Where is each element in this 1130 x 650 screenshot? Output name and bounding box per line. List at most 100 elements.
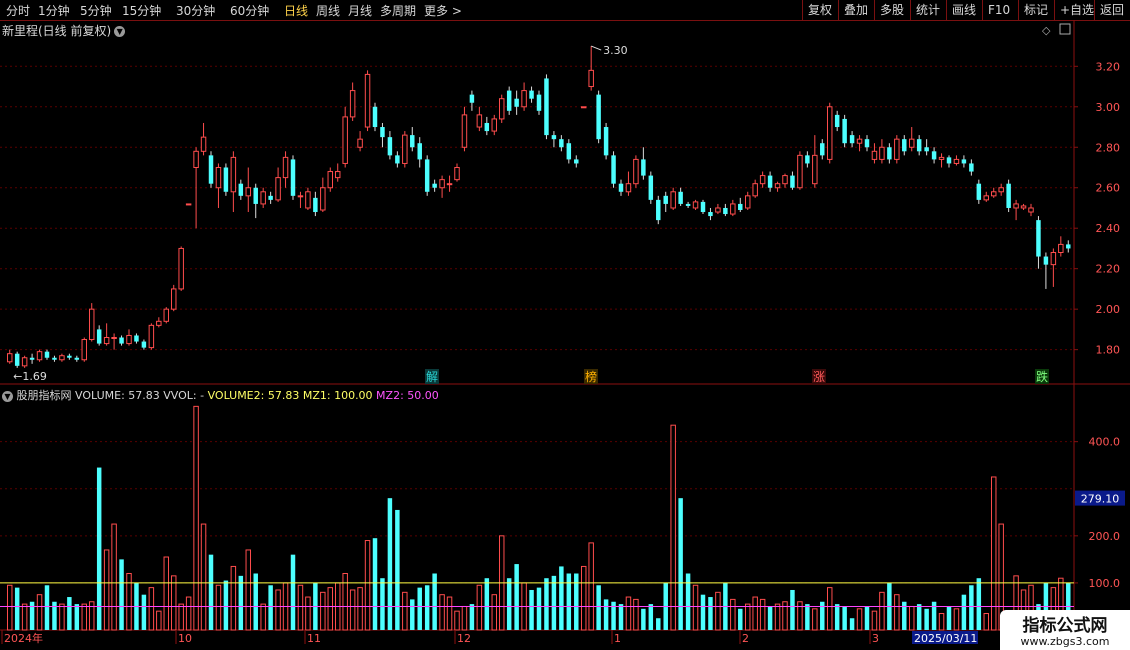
candle-body (111, 337, 117, 339)
volume-bar (596, 585, 601, 630)
volume-bar (185, 596, 192, 631)
candle-body (887, 147, 892, 160)
volume-bar (826, 587, 833, 631)
x-axis-label: 2024年 (4, 631, 43, 645)
volume-bar (223, 580, 229, 630)
volume-bar (625, 596, 632, 631)
volume-bar (894, 594, 900, 631)
candle-body (633, 158, 639, 185)
volume-bar (618, 604, 624, 630)
candle-body (931, 151, 937, 160)
candle-body (580, 106, 587, 109)
watermark: 指标公式网 www.zbgs3.com (1000, 610, 1130, 650)
candle-body (327, 171, 334, 189)
candle-body (663, 195, 668, 204)
volume-bar (305, 596, 311, 631)
watermark-url: www.zbgs3.com (1020, 635, 1110, 648)
kline-chart[interactable]: 3.20 3.00 2.80 2.60 2.40 2.20 2.00 1.80 ◇ 400.0 20… (0, 0, 1130, 650)
volume-bar (193, 405, 199, 631)
candle-body (402, 134, 408, 164)
date-highlight-label: 2025/03/11 (914, 632, 977, 645)
volume-bar (163, 556, 170, 631)
candle-body (908, 138, 915, 148)
candle-body (476, 114, 483, 128)
candle-body (59, 355, 65, 361)
price-tick-label: 2.80 (1096, 141, 1121, 154)
volume-bar (670, 424, 676, 631)
x-axis-label: 1 (614, 632, 621, 645)
volume-bar (484, 578, 490, 630)
volume-bar (74, 604, 80, 630)
volume-bar (469, 604, 475, 630)
volume-bar (656, 618, 661, 630)
candle-body (484, 122, 490, 132)
candle-body (395, 155, 400, 164)
candle-body (953, 158, 960, 164)
volume-bar (380, 578, 385, 630)
volume-tick-label: 100.0 (1089, 577, 1121, 590)
candle-body (625, 183, 632, 193)
volume-bar (268, 585, 273, 630)
candle-body (894, 138, 900, 160)
candle-body (782, 175, 788, 185)
candle-body (596, 94, 601, 140)
volume-bar (238, 575, 244, 630)
volume-bar (141, 594, 147, 630)
high-label: 3.30 (603, 44, 628, 57)
candle-body (1036, 220, 1041, 257)
candle-body (208, 155, 214, 184)
volume-tick-label: 400.0 (1089, 436, 1121, 449)
volume-bar (603, 599, 609, 630)
candle-body (14, 353, 20, 366)
candle-body (946, 157, 952, 164)
volume-bar (805, 604, 810, 630)
candle-body (767, 175, 773, 188)
price-tick-label: 1.80 (1096, 344, 1121, 357)
volume-bar (871, 610, 878, 631)
candle-body (574, 159, 579, 164)
candle-body (178, 247, 184, 290)
volume-bar (491, 594, 498, 631)
candle-body (641, 159, 646, 176)
candle-body (424, 159, 430, 192)
candle-body (410, 135, 415, 148)
volume-bar (290, 554, 296, 630)
candle-body (96, 329, 102, 344)
candle-body (305, 191, 311, 209)
candle-body (566, 143, 572, 160)
candle-body (334, 171, 341, 179)
volume-bar (633, 598, 639, 631)
candle-body (551, 135, 557, 140)
candle-body (1066, 244, 1071, 249)
candle-body (491, 118, 498, 132)
price-tick-label: 2.20 (1096, 263, 1121, 276)
candle-body (871, 150, 878, 160)
candle-body (1043, 256, 1049, 265)
volume-bar (514, 564, 519, 630)
candle-body (67, 355, 72, 358)
candle-body (529, 90, 534, 99)
candle-body (6, 353, 13, 363)
candle-body (938, 156, 945, 160)
candle-body (1028, 207, 1034, 213)
current-value-label: 279.10 (1081, 493, 1120, 506)
candle-body (715, 207, 721, 213)
volume-bar (6, 584, 13, 631)
candle-body (692, 201, 699, 209)
volume-bar (953, 608, 960, 631)
candle-body (81, 339, 88, 361)
candle-body (163, 308, 170, 322)
volume-bar (156, 610, 162, 631)
candle-body (119, 337, 124, 344)
price-tick-label: 2.00 (1096, 303, 1121, 316)
volume-bar (245, 549, 252, 631)
candle-body (387, 137, 393, 156)
candle-body (1058, 243, 1064, 253)
candle-body (454, 167, 460, 181)
volume-bar (969, 585, 974, 630)
volume-bar (126, 573, 132, 631)
volume-bar (14, 587, 20, 630)
candle-body (826, 106, 833, 160)
event-marker: 涨 (813, 369, 825, 384)
volume-bar (446, 596, 453, 631)
